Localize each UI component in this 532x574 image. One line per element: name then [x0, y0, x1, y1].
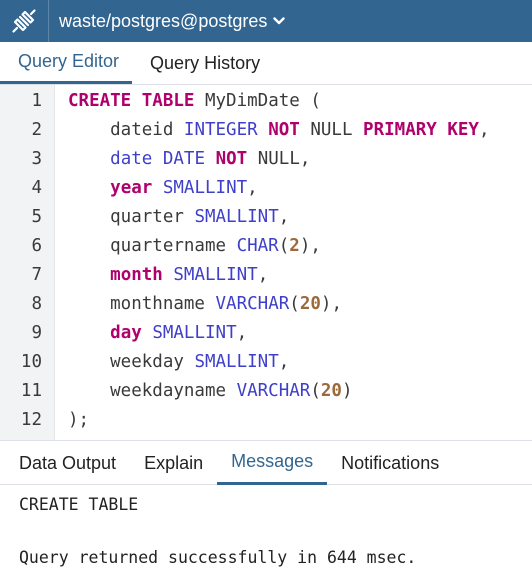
code-token: CHAR [236, 236, 279, 256]
code-token: ( [289, 294, 300, 314]
code-token: , [478, 120, 490, 140]
code-token: month [110, 265, 163, 285]
code-line[interactable]: year SMALLINT, [68, 174, 258, 203]
line-number: 11 [20, 381, 42, 401]
code-token: , [278, 352, 290, 372]
message-line: Query returned successfully in 644 msec. [19, 548, 417, 567]
line-number: 4 [31, 178, 42, 198]
code-token: monthname [68, 294, 216, 314]
line-number: 7 [31, 265, 42, 285]
line-number: 10 [20, 352, 42, 372]
code-token: quarter [68, 207, 195, 227]
code-token: CREATE TABLE [68, 91, 195, 111]
code-token: 20 [320, 381, 342, 401]
code-token: date [110, 149, 153, 169]
sql-code-editor[interactable]: 1 CREATE TABLE MyDimDate ( 2 dateid INTEGE… [0, 85, 532, 440]
line-number: 5 [31, 207, 42, 227]
code-token: quartername [68, 236, 237, 256]
line-number: 1 [31, 91, 42, 111]
code-token: INTEGER [183, 120, 258, 140]
tab-notifications[interactable]: Notifications [327, 441, 453, 485]
query-tool-window: waste/postgres@postgres Query Editor Que… [0, 0, 532, 574]
editor-tab-bar: Query Editor Query History [0, 42, 532, 85]
code-token: SMALLINT [162, 178, 248, 198]
code-token: ), [320, 294, 342, 314]
code-token: day [110, 323, 142, 343]
line-number: 3 [31, 149, 42, 169]
code-token: NOT [215, 149, 248, 169]
code-line[interactable]: CREATE TABLE MyDimDate ( [68, 87, 321, 116]
connection-selector[interactable]: waste/postgres@postgres [49, 0, 286, 42]
line-number: 2 [31, 120, 42, 140]
code-token: ( [310, 381, 321, 401]
code-token: , [278, 207, 290, 227]
line-number: 8 [31, 294, 42, 314]
code-line[interactable]: quarter SMALLINT, [68, 203, 289, 232]
output-tab-bar: Data Output Explain Messages Notificatio… [0, 440, 532, 485]
chevron-down-icon [273, 16, 286, 26]
tab-data-output[interactable]: Data Output [0, 441, 130, 485]
messages-panel: CREATE TABLE Query returned successfully… [0, 485, 532, 574]
code-line[interactable]: ); [68, 406, 89, 435]
code-line[interactable]: day SMALLINT, [68, 319, 247, 348]
code-token: 20 [299, 294, 321, 314]
code-token: , [257, 265, 269, 285]
code-token: SMALLINT [194, 207, 279, 227]
code-token: ); [68, 410, 90, 430]
server-plug-icon[interactable] [0, 0, 48, 42]
code-token: VARCHAR [236, 381, 311, 401]
connection-label: waste/postgres@postgres [59, 10, 268, 31]
code-token: ( [278, 236, 290, 256]
code-token: NULL [299, 120, 364, 140]
tab-messages[interactable]: Messages [217, 441, 328, 485]
code-line[interactable]: month SMALLINT, [68, 261, 268, 290]
code-token: weekdayname [68, 381, 237, 401]
code-line[interactable]: monthname VARCHAR(20), [68, 290, 342, 319]
code-line[interactable]: weekday SMALLINT, [68, 348, 289, 377]
code-line[interactable]: quartername CHAR(2), [68, 232, 321, 261]
connection-header: waste/postgres@postgres [0, 0, 532, 42]
line-number: 6 [31, 236, 42, 256]
tab-explain[interactable]: Explain [130, 441, 217, 485]
code-token: , [247, 178, 258, 198]
tab-query-editor[interactable]: Query Editor [0, 42, 133, 84]
code-token: ) [341, 381, 353, 401]
tab-query-history[interactable]: Query History [132, 42, 273, 84]
code-token: PRIMARY KEY [363, 120, 479, 140]
code-token: year [110, 178, 153, 198]
code-line[interactable]: dateid INTEGER NOT NULL PRIMARY KEY, [68, 116, 490, 145]
code-token: ), [299, 236, 321, 256]
code-line[interactable]: weekdayname VARCHAR(20) [68, 377, 353, 406]
code-token: SMALLINT [152, 323, 237, 343]
message-line: CREATE TABLE [19, 495, 139, 514]
code-token: dateid [68, 120, 184, 140]
code-line[interactable]: date DATE NOT NULL, [68, 145, 310, 174]
line-number: 9 [31, 323, 42, 343]
code-token: 2 [289, 236, 300, 256]
code-token: , [236, 323, 248, 343]
code-token: NULL, [247, 149, 311, 169]
code-token: DATE [162, 149, 206, 169]
code-token: NOT [268, 120, 300, 140]
code-token: VARCHAR [215, 294, 290, 314]
code-token: MyDimDate ( [194, 91, 321, 111]
code-token: SMALLINT [194, 352, 279, 372]
line-number: 12 [20, 410, 42, 430]
code-token: weekday [68, 352, 195, 372]
code-token: SMALLINT [173, 265, 258, 285]
